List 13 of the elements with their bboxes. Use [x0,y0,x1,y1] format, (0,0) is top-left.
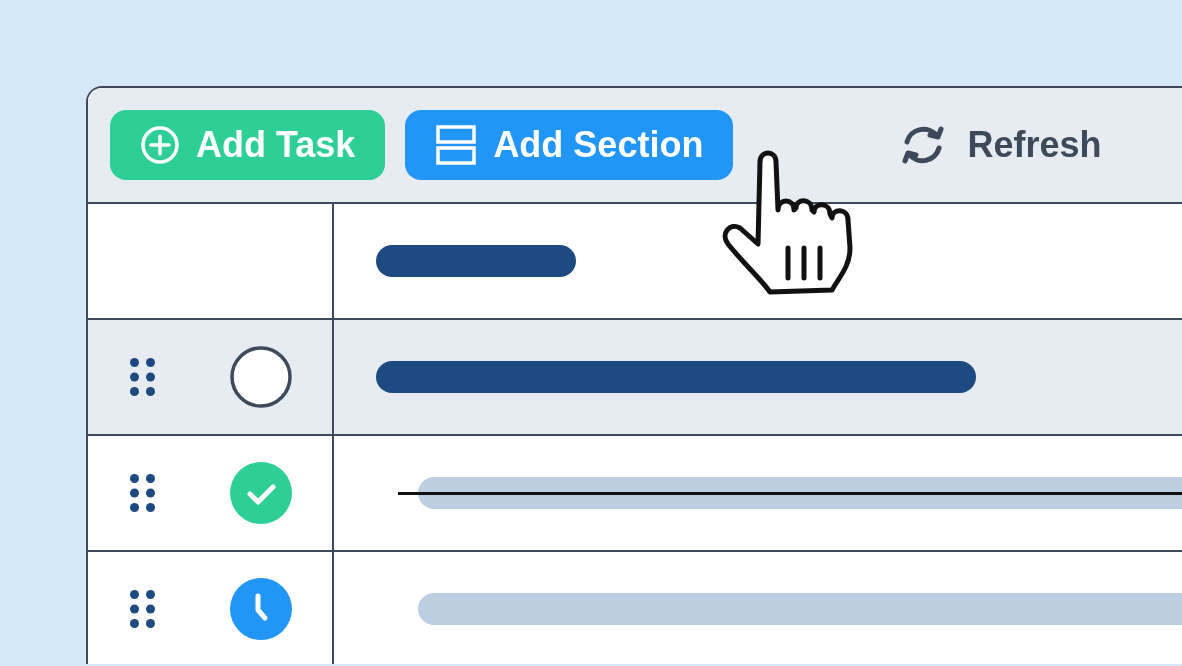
drag-handle-icon[interactable] [130,474,155,512]
task-row[interactable] [88,436,1182,552]
add-section-button[interactable]: Add Section [405,110,734,180]
drag-handle-icon[interactable] [130,358,155,396]
clock-icon[interactable] [230,578,292,640]
drag-handle-icon[interactable] [130,590,155,628]
check-circle-icon[interactable] [230,462,292,524]
empty-circle-icon[interactable] [230,346,292,408]
section-icon [435,124,478,166]
refresh-button[interactable]: Refresh [881,110,1116,180]
task-row[interactable] [88,320,1182,436]
plus-circle-icon [140,125,180,165]
add-task-button[interactable]: Add Task [110,110,386,180]
